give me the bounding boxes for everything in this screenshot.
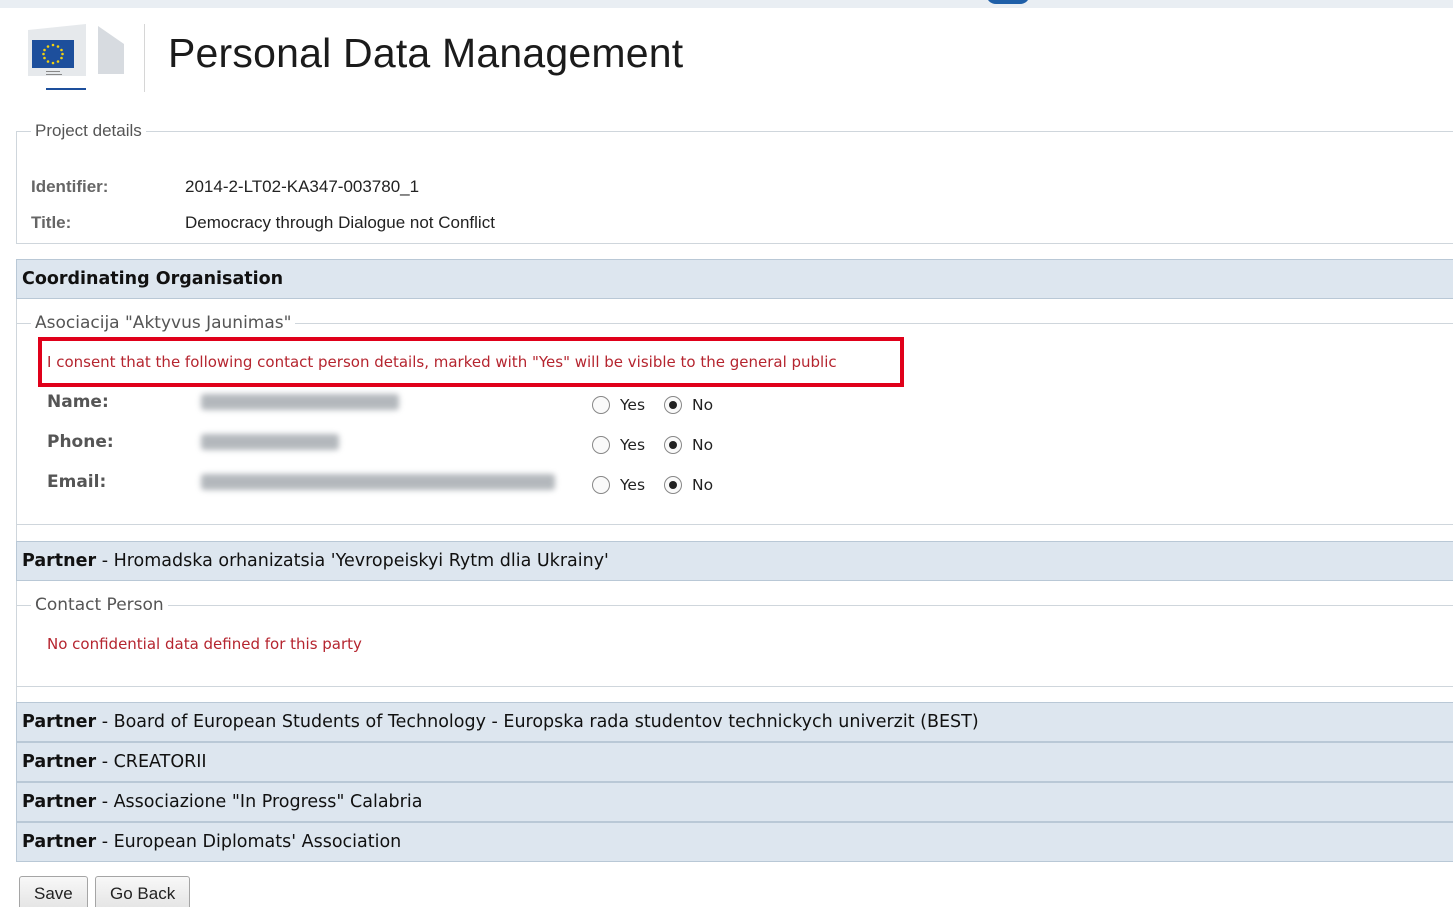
name-visibility-radios: Yes No (592, 396, 732, 414)
name-yes-radio[interactable] (592, 396, 610, 414)
title-label: Title: (31, 213, 72, 232)
coordinating-org-name: Asociacija "Aktyvus Jaunimas" (35, 313, 292, 333)
partner-prefix: Partner (22, 832, 97, 852)
coordinating-organisation-header[interactable]: Coordinating Organisation ▴ (16, 259, 1453, 299)
top-arc-decoration (986, 0, 1030, 4)
consent-statement: I consent that the following contact per… (47, 353, 837, 371)
phone-no-label: No (692, 436, 714, 454)
name-label: Name: (47, 392, 109, 412)
project-details: Project details Identifier: 2014-2-LT02-K… (16, 121, 1453, 244)
email-visibility-radios: Yes No (592, 476, 732, 494)
phone-yes-radio[interactable] (592, 436, 610, 454)
partner-separator: - (96, 712, 114, 732)
email-value-redacted (201, 474, 555, 490)
partner-separator: - (96, 792, 114, 812)
logo-divider (144, 24, 145, 92)
partner-section-header[interactable]: Partner - Hromadska orhanizatsia 'Yevrop… (16, 541, 1453, 581)
email-no-radio[interactable] (664, 476, 683, 494)
email-yes-label: Yes (620, 476, 646, 494)
title-row: Title: Democracy through Dialogue not Con… (31, 213, 495, 233)
title-value: Democracy through Dialogue not Conflict (185, 213, 495, 232)
partner-separator: - (96, 551, 114, 571)
european-commission-logo (28, 24, 124, 90)
partner-name: European Diplomats' Association (113, 832, 402, 852)
coordinating-heading: Coordinating Organisation (22, 269, 284, 289)
partner-prefix: Partner (22, 752, 97, 772)
partner-prefix: Partner (22, 551, 97, 571)
name-no-radio[interactable] (664, 396, 683, 414)
partner-name: Associazione "In Progress" Calabria (113, 792, 423, 812)
identifier-label: Identifier: (31, 177, 109, 196)
partner-separator: - (96, 752, 114, 772)
name-no-label: No (692, 396, 714, 414)
email-no-label: No (692, 476, 714, 494)
partner-prefix: Partner (22, 712, 97, 732)
save-button[interactable]: Save (19, 876, 88, 907)
partner-section-header[interactable]: Partner - Board of European Students of … (16, 702, 1453, 742)
partner-name: CREATORII (113, 752, 207, 772)
name-value-redacted (201, 394, 399, 410)
email-yes-radio[interactable] (592, 476, 610, 494)
phone-no-radio[interactable] (664, 436, 683, 454)
partner-section-header[interactable]: Partner - Associazione "In Progress" Cal… (16, 782, 1453, 822)
phone-label: Phone: (47, 432, 114, 452)
identifier-row: Identifier: 2014-2-LT02-KA347-003780_1 (31, 177, 419, 197)
no-confidential-data-message: No confidential data defined for this pa… (47, 635, 362, 653)
partner-name: Hromadska orhanizatsia 'Yevropeiskyi Ryt… (113, 551, 609, 571)
page-header: Personal Data Management (12, 14, 1453, 114)
project-details-legend: Project details (35, 121, 142, 140)
partner-prefix: Partner (22, 792, 97, 812)
page-title: Personal Data Management (168, 30, 684, 76)
phone-yes-label: Yes (620, 436, 646, 454)
phone-visibility-radios: Yes No (592, 436, 732, 454)
phone-value-redacted (201, 434, 339, 450)
partner-name: Board of European Students of Technology… (113, 712, 979, 732)
partner-section-header[interactable]: Partner - CREATORII ▾ (16, 742, 1453, 782)
go-back-button[interactable]: Go Back (95, 876, 191, 907)
partner-separator: - (96, 832, 114, 852)
name-yes-label: Yes (620, 396, 646, 414)
email-label: Email: (47, 472, 107, 492)
contact-person-legend: Contact Person (35, 595, 164, 615)
identifier-value: 2014-2-LT02-KA347-003780_1 (185, 177, 420, 196)
top-strip (0, 0, 1453, 8)
partner-section-header[interactable]: Partner - European Diplomats' Associatio… (16, 822, 1453, 862)
